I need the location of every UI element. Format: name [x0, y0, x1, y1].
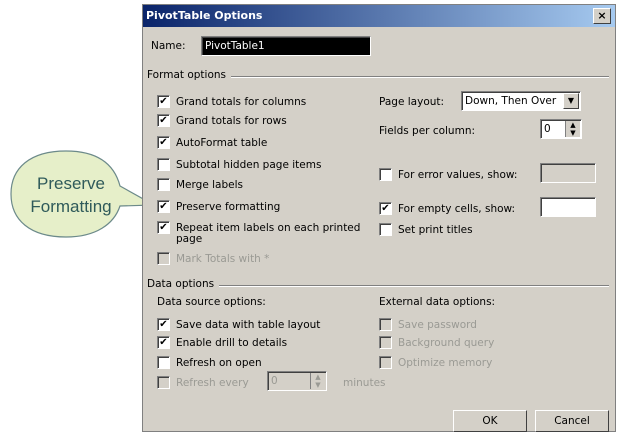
refresh-on-open-checkbox-label: Refresh on open	[176, 356, 262, 369]
callout-label: Preserve Formatting	[30, 174, 112, 216]
checkbox-box	[157, 252, 170, 265]
data-source-heading: Data source options:	[157, 296, 266, 308]
spinner-arrows-icon: ▲ ▼	[310, 373, 325, 389]
name-label: Name:	[151, 40, 186, 52]
cancel-button[interactable]: Cancel	[535, 410, 609, 432]
background-query-checkbox-label: Background query	[398, 336, 495, 349]
refresh-minutes-value: 0	[271, 375, 278, 387]
grand-totals-columns-checkbox-label: Grand totals for columns	[176, 95, 307, 108]
grand-totals-columns-checkbox[interactable]: ✔ Grand totals for columns	[157, 95, 306, 108]
dialog-titlebar: PivotTable Options	[143, 5, 615, 27]
optimize-memory-checkbox-label: Optimize memory	[398, 356, 493, 369]
mark-totals-checkbox-label: Mark Totals with *	[176, 252, 270, 265]
external-data-heading: External data options:	[379, 296, 496, 308]
refresh-minutes-spinner[interactable]: 0 ▲ ▼	[267, 371, 327, 391]
print-titles-label: Set print titles	[398, 223, 473, 236]
checkbox-box	[379, 223, 392, 236]
checkbox-box	[157, 178, 170, 191]
format-options-divider	[231, 76, 609, 78]
mark-totals-checkbox[interactable]: Mark Totals with *	[157, 252, 269, 265]
optimize-memory-checkbox[interactable]: Optimize memory	[379, 356, 492, 369]
checkbox-box: ✔	[379, 202, 392, 215]
save-password-checkbox[interactable]: Save password	[379, 318, 477, 331]
dropdown-arrow-icon: ▼	[563, 93, 579, 109]
checkbox-box	[379, 356, 392, 369]
autoformat-table-checkbox[interactable]: ✔ AutoFormat table	[157, 136, 267, 149]
repeat-item-labels-checkbox-label-continued: page	[176, 233, 203, 245]
checkbox-box	[379, 318, 392, 331]
save-data-checkbox-label: Save data with table layout	[176, 318, 321, 331]
page-layout-dropdown[interactable]: Down, Then Over ▼	[461, 91, 581, 111]
checkbox-box	[157, 356, 170, 369]
checkbox-box	[157, 158, 170, 171]
page-layout-label: Page layout:	[379, 96, 445, 108]
merge-labels-checkbox-label: Merge labels	[176, 178, 243, 191]
checkbox-box	[379, 336, 392, 349]
preserve-formatting-checkbox[interactable]: ✔ Preserve formatting	[157, 200, 280, 213]
name-field[interactable]: PivotTable1	[201, 36, 371, 56]
preserve-formatting-callout: Preserve Formatting	[8, 148, 156, 240]
checkbox-box	[157, 376, 170, 389]
enable-drill-checkbox[interactable]: ✔ Enable drill to details	[157, 336, 287, 349]
fields-per-column-label: Fields per column:	[379, 125, 476, 137]
refresh-on-open-checkbox[interactable]: Refresh on open	[157, 356, 262, 369]
merge-labels-checkbox[interactable]: Merge labels	[157, 178, 243, 191]
refresh-every-checkbox[interactable]: Refresh every	[157, 376, 249, 389]
empty-cells-checkbox[interactable]: ✔ For empty cells, show:	[379, 202, 515, 215]
refresh-every-label: Refresh every	[176, 376, 249, 389]
checkbox-box	[379, 168, 392, 181]
save-password-checkbox-label: Save password	[398, 318, 477, 331]
data-options-divider	[219, 285, 609, 287]
spinner-arrows-icon: ▲ ▼	[565, 121, 580, 137]
error-values-checkbox[interactable]: For error values, show:	[379, 168, 517, 181]
checkbox-box: ✔	[157, 221, 170, 234]
page-layout-value: Down, Then Over	[465, 95, 557, 107]
background-query-checkbox[interactable]: Background query	[379, 336, 494, 349]
fields-per-column-spinner[interactable]: 0 ▲ ▼	[540, 119, 582, 139]
empty-cells-label: For empty cells, show:	[398, 202, 516, 215]
data-options-heading: Data options	[147, 278, 215, 290]
error-values-field[interactable]	[540, 163, 596, 183]
checkbox-box: ✔	[157, 136, 170, 149]
minutes-label: minutes	[343, 377, 386, 389]
save-data-checkbox[interactable]: ✔ Save data with table layout	[157, 318, 320, 331]
enable-drill-checkbox-label: Enable drill to details	[176, 336, 288, 349]
print-titles-checkbox[interactable]: Set print titles	[379, 223, 473, 236]
ok-button[interactable]: OK	[453, 410, 527, 432]
checkbox-box: ✔	[157, 114, 170, 127]
pivottable-options-dialog: PivotTable Options × Name: PivotTable1 F…	[142, 4, 616, 432]
subtotal-hidden-items-checkbox-label: Subtotal hidden page items	[176, 158, 322, 171]
checkbox-box: ✔	[157, 95, 170, 108]
repeat-item-labels-checkbox-label: Repeat item labels on each printed	[176, 221, 361, 234]
close-button[interactable]: ×	[593, 8, 611, 24]
dialog-title: PivotTable Options	[146, 9, 263, 22]
checkbox-box: ✔	[157, 200, 170, 213]
empty-cells-field[interactable]	[540, 197, 596, 217]
format-options-heading: Format options	[147, 69, 227, 81]
error-values-label: For error values, show:	[398, 168, 518, 181]
checkbox-box: ✔	[157, 318, 170, 331]
fields-per-column-value: 0	[544, 123, 551, 135]
subtotal-hidden-items-checkbox[interactable]: Subtotal hidden page items	[157, 158, 321, 171]
grand-totals-rows-checkbox[interactable]: ✔ Grand totals for rows	[157, 114, 287, 127]
autoformat-table-checkbox-label: AutoFormat table	[176, 136, 268, 149]
preserve-formatting-checkbox-label: Preserve formatting	[176, 200, 281, 213]
grand-totals-rows-checkbox-label: Grand totals for rows	[176, 114, 287, 127]
checkbox-box: ✔	[157, 336, 170, 349]
